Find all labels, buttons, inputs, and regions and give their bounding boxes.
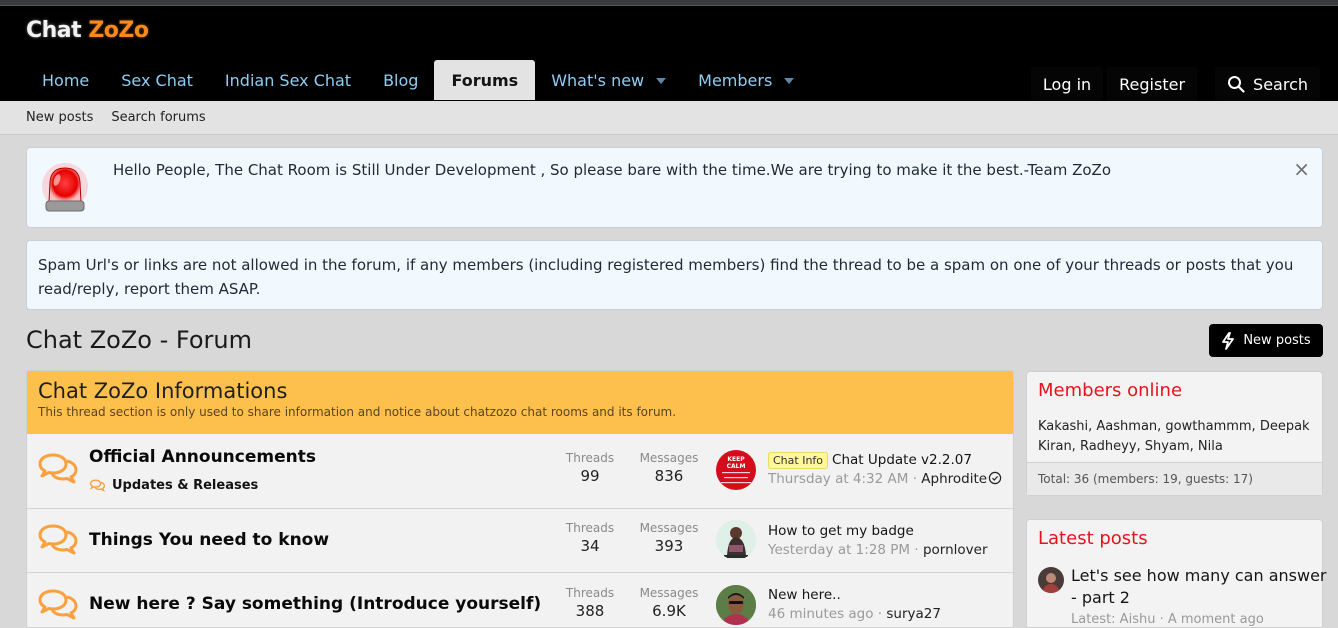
chat-bubbles-icon bbox=[38, 453, 78, 484]
avatar[interactable]: KEEP CALM bbox=[716, 450, 756, 490]
last-post-title[interactable]: Chat Update v2.2.07 bbox=[832, 452, 972, 468]
avatar[interactable] bbox=[716, 520, 756, 560]
chevron-down-icon[interactable] bbox=[784, 78, 795, 84]
last-post-time[interactable]: 46 minutes ago bbox=[768, 606, 874, 622]
latest-posts-widget: Latest posts Let's see how many can answ… bbox=[1026, 519, 1326, 628]
nav-members[interactable]: Members bbox=[682, 60, 810, 100]
register-button[interactable]: Register bbox=[1107, 67, 1198, 101]
threads-stat: Threads 388 bbox=[565, 586, 615, 620]
new-posts-button[interactable]: New posts bbox=[1209, 324, 1323, 357]
forum-node: Official Announcements Updates & Release… bbox=[27, 434, 1013, 508]
last-post-title[interactable]: How to get my badge bbox=[768, 523, 988, 539]
subnav-new-posts[interactable]: New posts bbox=[26, 110, 93, 125]
last-post-user[interactable]: surya27 bbox=[886, 606, 941, 622]
threads-stat: Threads 99 bbox=[565, 451, 615, 485]
nav-blog[interactable]: Blog bbox=[367, 60, 434, 100]
page-title: Chat ZoZo - Forum bbox=[26, 326, 252, 354]
development-notice: Hello People, The Chat Room is Still Und… bbox=[26, 147, 1323, 228]
last-post-title[interactable]: New here.. bbox=[768, 587, 941, 603]
main-nav: Home Sex Chat Indian Sex Chat Blog Forum… bbox=[26, 60, 810, 100]
messages-stat: Messages 6.9K bbox=[639, 586, 699, 620]
subforum-link[interactable]: Updates & Releases bbox=[89, 478, 258, 493]
last-post-user[interactable]: pornlover bbox=[923, 542, 988, 558]
messages-stat: Messages 393 bbox=[639, 521, 699, 555]
svg-text:KEEP: KEEP bbox=[727, 456, 745, 463]
nav-sex-chat[interactable]: Sex Chat bbox=[105, 60, 209, 100]
last-post-time[interactable]: Thursday at 4:32 AM bbox=[768, 471, 908, 487]
chevron-down-icon[interactable] bbox=[656, 78, 667, 84]
chat-bubbles-icon bbox=[89, 479, 106, 492]
last-post: New here.. 46 minutes ago · surya27 bbox=[768, 587, 941, 622]
category-header: Chat ZoZo Informations This thread secti… bbox=[27, 371, 1013, 434]
latest-post-title[interactable]: Let's see how many can answer - part 2 bbox=[1071, 565, 1331, 609]
close-icon[interactable]: × bbox=[1293, 157, 1310, 181]
forum-node: New here ? Say something (Introduce your… bbox=[27, 572, 1013, 627]
svg-text:CALM: CALM bbox=[727, 463, 746, 470]
notice-text: Hello People, The Chat Room is Still Und… bbox=[113, 161, 1111, 179]
siren-icon bbox=[42, 163, 88, 212]
avatar[interactable] bbox=[1038, 567, 1064, 593]
forum-category: Chat ZoZo Informations This thread secti… bbox=[26, 370, 1014, 628]
last-post-time[interactable]: Yesterday at 1:28 PM bbox=[768, 542, 910, 558]
sub-nav: New posts Search forums bbox=[0, 101, 1338, 135]
category-title[interactable]: Chat ZoZo Informations bbox=[38, 379, 1002, 403]
nav-indian-sex-chat[interactable]: Indian Sex Chat bbox=[209, 60, 367, 100]
online-total: Total: 36 (members: 19, guests: 17) bbox=[1027, 462, 1322, 495]
spam-notice: Spam Url's or links are not allowed in t… bbox=[26, 240, 1323, 310]
threads-stat: Threads 34 bbox=[565, 521, 615, 555]
user-nav: Log in Register Search bbox=[1030, 67, 1320, 101]
search-button[interactable]: Search bbox=[1215, 67, 1320, 101]
photo-avatar-image bbox=[1038, 567, 1064, 593]
avatar[interactable] bbox=[716, 585, 756, 625]
login-button[interactable]: Log in bbox=[1030, 67, 1104, 101]
widget-title[interactable]: Latest posts bbox=[1027, 520, 1322, 549]
site-header: Chat ZoZo Home Sex Chat Indian Sex Chat … bbox=[0, 6, 1338, 101]
lightning-bolt-icon bbox=[1222, 331, 1235, 350]
last-post-user[interactable]: Aphrodite bbox=[921, 471, 987, 487]
site-logo[interactable]: Chat ZoZo bbox=[26, 18, 149, 43]
category-description: This thread section is only used to shar… bbox=[38, 405, 677, 419]
photo-avatar-image bbox=[716, 585, 756, 625]
online-members-list[interactable]: Kakashi, Aashman, gowthammm, Deepak Kira… bbox=[1027, 401, 1322, 457]
messages-stat: Messages 836 bbox=[639, 451, 699, 485]
forum-node: Things You need to know Threads 34 Messa… bbox=[27, 508, 1013, 572]
nav-home[interactable]: Home bbox=[26, 60, 105, 100]
widget-title[interactable]: Members online bbox=[1027, 372, 1322, 401]
node-title[interactable]: Things You need to know bbox=[89, 530, 329, 550]
keep-calm-avatar-image: KEEP CALM bbox=[721, 456, 751, 484]
notice-text: Spam Url's or links are not allowed in t… bbox=[38, 256, 1294, 298]
cartoon-avatar-image bbox=[716, 520, 756, 560]
verified-badge-icon bbox=[988, 471, 1002, 485]
chat-bubbles-icon bbox=[38, 524, 78, 555]
last-post: Chat Info Chat Update v2.2.07 Thursday at… bbox=[768, 452, 1002, 487]
members-online-widget: Members online Kakashi, Aashman, gowtham… bbox=[1026, 371, 1323, 496]
thread-prefix-label[interactable]: Chat Info bbox=[768, 452, 829, 469]
latest-post-meta: Latest: Aishu · A moment ago bbox=[1071, 612, 1264, 627]
node-title[interactable]: Official Announcements bbox=[89, 447, 316, 467]
chat-bubbles-icon bbox=[38, 589, 78, 620]
search-icon bbox=[1228, 76, 1245, 93]
nav-forums[interactable]: Forums bbox=[434, 60, 536, 100]
subnav-search-forums[interactable]: Search forums bbox=[111, 110, 205, 125]
last-post: How to get my badge Yesterday at 1:28 PM… bbox=[768, 523, 988, 558]
nav-whats-new[interactable]: What's new bbox=[535, 60, 682, 100]
node-title[interactable]: New here ? Say something (Introduce your… bbox=[89, 594, 541, 614]
